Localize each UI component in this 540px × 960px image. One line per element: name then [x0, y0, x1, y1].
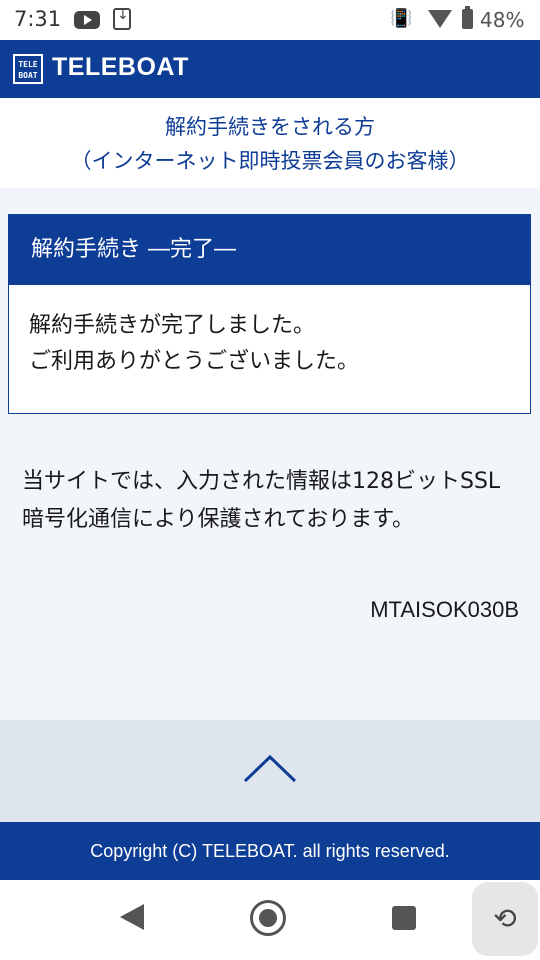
- vibrate-icon: 📳: [390, 8, 413, 29]
- teleboat-logo[interactable]: TELE BOAT: [13, 54, 43, 84]
- completion-panel: 解約手続き ―完了― 解約手続きが完了しました。 ご利用ありがとうございました。: [8, 214, 531, 414]
- page-title: 解約手続きをされる方: [165, 115, 375, 139]
- battery-percent: 48%: [480, 8, 525, 32]
- rotate-icon[interactable]: ⟲: [472, 882, 538, 956]
- page-subtitle: （インターネット即時投票会員のお客様）: [70, 149, 470, 173]
- panel-title: 解約手続き ―完了―: [9, 215, 530, 285]
- battery-icon: [462, 6, 473, 29]
- site-header: TELE BOAT TELEBOAT: [0, 40, 540, 98]
- home-icon[interactable]: [250, 900, 286, 936]
- brand-name[interactable]: TELEBOAT: [52, 53, 189, 82]
- thanks-message: ご利用ありがとうございました。: [29, 349, 360, 374]
- status-time: 7:31: [14, 7, 62, 31]
- completion-message: 解約手続きが完了しました。: [29, 313, 316, 338]
- recents-icon[interactable]: [392, 906, 416, 930]
- wifi-icon: [428, 10, 452, 28]
- screen-code: MTAISOK030B: [370, 597, 519, 622]
- chevron-up-icon: [243, 754, 297, 783]
- scroll-to-top-button[interactable]: [240, 748, 300, 788]
- status-bar: 7:31 📳 48%: [0, 0, 540, 40]
- youtube-icon: [74, 11, 100, 29]
- download-icon: [113, 7, 131, 30]
- site-footer: Copyright (C) TELEBOAT. all rights reser…: [0, 822, 540, 880]
- back-icon[interactable]: [120, 904, 144, 930]
- ssl-notice: 当サイトでは、入力された情報は128ビットSSL暗号化通信により保護されておりま…: [22, 469, 501, 532]
